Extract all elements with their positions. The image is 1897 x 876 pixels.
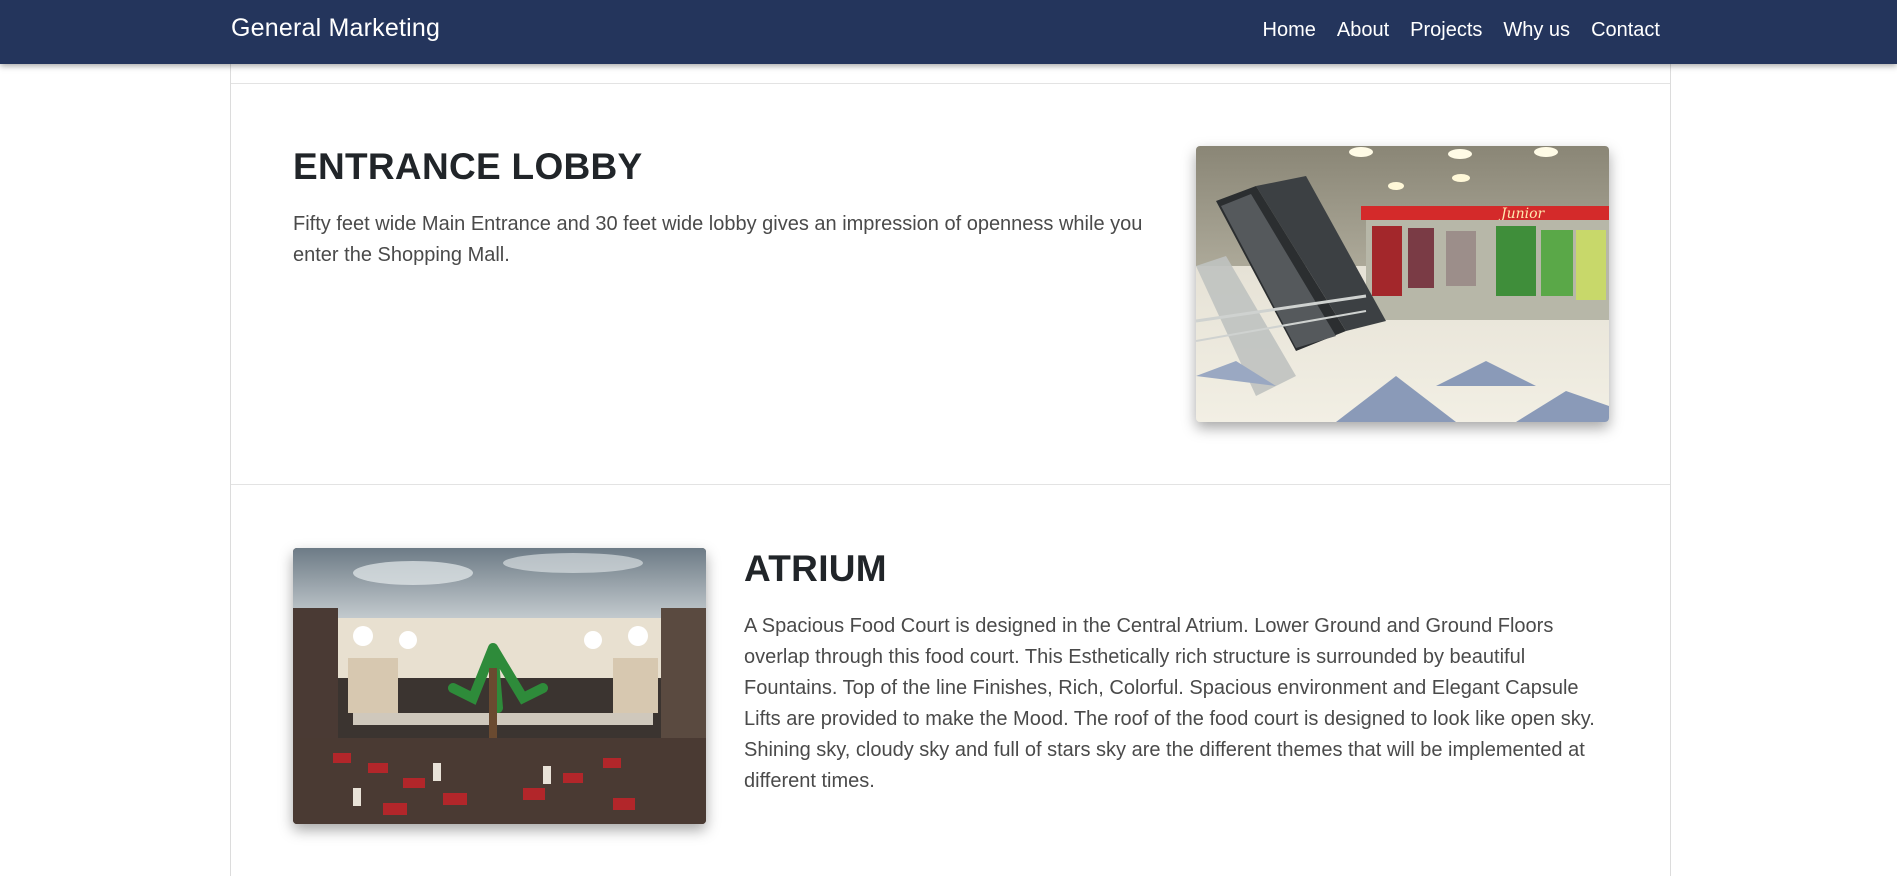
section-text: Fifty feet wide Main Entrance and 30 fee… bbox=[293, 213, 1143, 266]
nav-link-about[interactable]: About bbox=[1337, 19, 1389, 42]
nav-link-projects[interactable]: Projects bbox=[1410, 19, 1482, 42]
content-container: ENTRANCE LOBBY Fifty feet wide Main Entr… bbox=[230, 64, 1671, 876]
section-text: A Spacious Food Court is designed in the… bbox=[744, 615, 1595, 792]
nav-link-home[interactable]: Home bbox=[1263, 19, 1316, 42]
section-title: ENTRANCE LOBBY bbox=[293, 146, 643, 187]
section-divider bbox=[231, 484, 1670, 485]
brand-link[interactable]: General Marketing bbox=[231, 14, 440, 43]
top-navbar: General Marketing Home About Projects Wh… bbox=[0, 0, 1897, 64]
section-title: ATRIUM bbox=[744, 548, 887, 589]
section-divider bbox=[231, 83, 1670, 84]
nav-link-contact[interactable]: Contact bbox=[1591, 19, 1660, 42]
svg-text:Junior: Junior bbox=[1498, 206, 1546, 222]
food-court-atrium-photo bbox=[293, 548, 706, 824]
nav-menu: Home About Projects Why us Contact bbox=[1263, 19, 1661, 42]
escalator-mall-photo: Junior bbox=[1196, 146, 1609, 422]
nav-link-why-us[interactable]: Why us bbox=[1503, 19, 1570, 42]
